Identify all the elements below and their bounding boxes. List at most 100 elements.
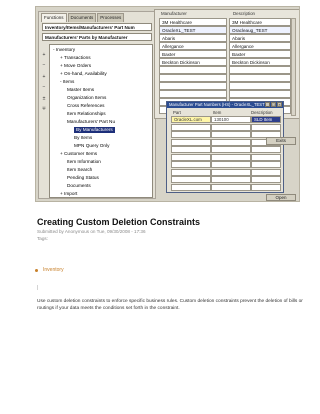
empty-cell — [211, 146, 251, 153]
empty-cell — [171, 176, 211, 183]
grid-row[interactable]: Baxter Baxter — [159, 50, 291, 58]
minimize-icon[interactable]: _ — [265, 102, 270, 107]
tag-link-inventory[interactable]: Inventory — [43, 267, 64, 273]
grid-row[interactable]: 3M Healthcare 3M Healthcare — [159, 18, 291, 26]
tree-item[interactable]: Documents — [67, 183, 91, 189]
empty-cell — [159, 82, 227, 90]
column-header-part: Part — [173, 110, 181, 115]
navigator-tree: - Inventory + Transactions + Move Orders + … — [49, 44, 153, 198]
empty-grid-row — [159, 66, 291, 74]
empty-grid-row — [159, 82, 291, 90]
close-icon[interactable]: × — [277, 102, 282, 107]
exits-button[interactable]: Exits — [266, 137, 296, 145]
separator: | — [37, 285, 39, 291]
tree-item[interactable]: MPN Query Only — [74, 143, 109, 149]
empty-cell — [159, 90, 227, 98]
tab-documents[interactable]: Documents — [67, 13, 97, 22]
empty-cell — [171, 161, 211, 168]
tree-item[interactable]: + Import — [60, 191, 77, 197]
empty-cell — [229, 90, 291, 98]
manufacturer-cell[interactable]: Baxter — [159, 50, 227, 58]
description-cell[interactable]: Allergance — [229, 42, 291, 50]
tree-item[interactable]: Item Search — [67, 167, 92, 173]
tree-item[interactable]: Manufacturers' Part Nu — [67, 119, 115, 125]
article-body: Use custom deletion constraints to enfor… — [37, 299, 303, 311]
tree-item[interactable]: Master Items — [67, 87, 94, 93]
description-cell[interactable]: Baxter — [229, 50, 291, 58]
tree-item[interactable]: + Move Orders — [60, 63, 91, 69]
description-cell[interactable]: Oracleaug_TEST — [229, 26, 291, 34]
tree-item[interactable]: By Manufacturers — [74, 127, 115, 133]
empty-part-row — [171, 138, 281, 146]
empty-cell — [211, 183, 251, 191]
empty-cell — [211, 138, 251, 146]
open-button[interactable]: Open — [266, 194, 296, 201]
empty-cell — [211, 131, 251, 138]
column-header-description: Description — [233, 11, 255, 16]
tree-item[interactable]: Pending Status — [67, 175, 99, 181]
empty-part-row — [171, 123, 281, 131]
grid-row[interactable]: OracleXL_TEST Oracleaug_TEST — [159, 26, 291, 34]
tree-item[interactable]: Cross References — [67, 103, 105, 109]
navigator-subpath-field[interactable]: Manufacturers' Parts by Manufacturer — [42, 33, 152, 41]
collapse-all-icon[interactable]: ∓ — [41, 106, 47, 112]
grid-row[interactable]: Allergance Allergance — [159, 42, 291, 50]
column-header-item-description: Description — [251, 110, 273, 115]
tree-item[interactable]: By Items — [74, 135, 92, 141]
article-title: Creating Custom Deletion Constraints — [37, 217, 201, 227]
empty-cell — [171, 138, 211, 146]
description-cell[interactable]: 3M Healthcare — [229, 18, 291, 26]
empty-part-row — [171, 176, 281, 183]
tree-item[interactable]: Organization Items — [67, 95, 106, 101]
empty-cell — [211, 161, 251, 168]
item-description-cell[interactable]: SLD Item — [251, 116, 281, 123]
tab-processes[interactable]: Processes — [97, 13, 125, 22]
navigator-path-field[interactable]: Inventory/Items/Manufacturers' Part Num — [42, 23, 152, 31]
part-cell[interactable]: OracleXL.com — [171, 116, 211, 123]
navigator-window: Functions Documents Processes Inventory/… — [38, 11, 156, 199]
column-header-manufacturer: Manufacturer — [161, 11, 187, 16]
oracle-forms-screenshot: Functions Documents Processes Inventory/… — [35, 6, 300, 202]
tree-item[interactable]: - Items — [60, 79, 74, 85]
grid-scrollbar[interactable] — [291, 18, 296, 116]
empty-cell — [159, 66, 227, 74]
collapse-branch-icon[interactable]: − — [41, 84, 47, 90]
empty-part-row — [171, 146, 281, 153]
tree-item[interactable]: + Transactions — [60, 55, 91, 61]
tree-item[interactable]: Item Relationships — [67, 111, 106, 117]
empty-cell — [229, 74, 291, 82]
manufacturer-cell[interactable]: Beckton Dickinson — [159, 58, 227, 66]
empty-part-row — [171, 183, 281, 191]
empty-cell — [229, 82, 291, 90]
description-cell[interactable]: Beckton Dickinson — [229, 58, 291, 66]
expand-icon[interactable]: + — [41, 52, 47, 58]
manufacturer-cell[interactable]: Allergance — [159, 42, 227, 50]
grid-row[interactable]: Abaris Abaris — [159, 34, 291, 42]
expand-branch-icon[interactable]: + — [41, 74, 47, 80]
tab-functions[interactable]: Functions — [41, 13, 67, 22]
tree-item[interactable]: - Inventory — [53, 47, 75, 53]
tree-item[interactable]: + Customer Items — [60, 151, 97, 157]
tree-item[interactable]: Item Information — [67, 159, 101, 165]
item-cell[interactable]: 130100 — [211, 116, 251, 123]
expand-all-icon[interactable]: ± — [41, 96, 47, 102]
manufacturer-cell[interactable]: Abaris — [159, 34, 227, 42]
part-row[interactable]: OracleXL.com 130100 SLD Item — [171, 116, 281, 123]
empty-cell — [251, 176, 281, 183]
tree-item[interactable]: + On-hand, Availability — [60, 71, 107, 77]
description-cell[interactable]: Abaris — [229, 34, 291, 42]
manufacturer-cell[interactable]: 3M Healthcare — [159, 18, 227, 26]
maximize-icon[interactable]: □ — [271, 102, 276, 107]
empty-cell — [251, 123, 281, 131]
empty-cell — [211, 168, 251, 176]
empty-cell — [251, 153, 281, 161]
grid-row[interactable]: Beckton Dickinson Beckton Dickinson — [159, 58, 291, 66]
manufacturer-cell[interactable]: OracleXL_TEST — [159, 26, 227, 34]
empty-cell — [251, 183, 281, 191]
part-numbers-popup: Manufacturer Part Numbers (HS) - OracleX… — [166, 101, 284, 193]
collapse-icon[interactable]: − — [41, 62, 47, 68]
tags-label: Tags: — [37, 236, 48, 241]
empty-cell — [251, 161, 281, 168]
empty-cell — [171, 153, 211, 161]
popup-window-controls: _ □ × — [265, 102, 282, 108]
